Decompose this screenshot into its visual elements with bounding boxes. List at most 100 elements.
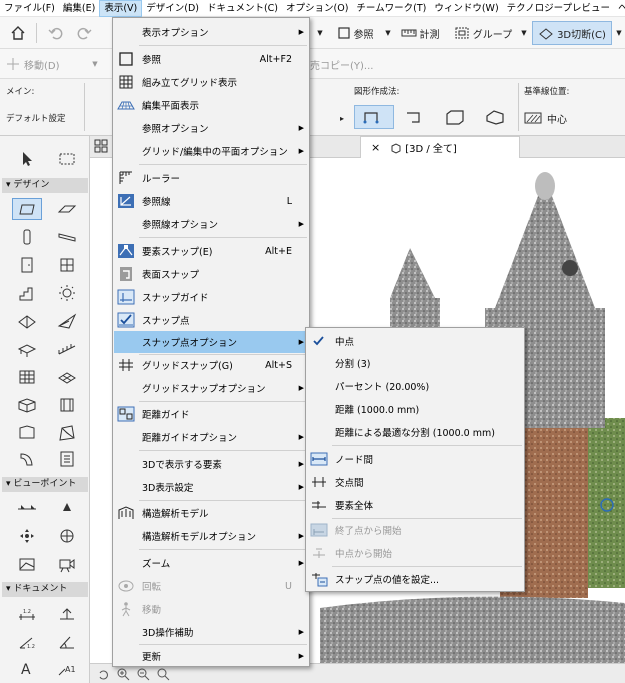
menu-design[interactable]: デザイン(D) — [142, 0, 203, 17]
menu-item-assembly-grid[interactable]: 組み立てグリッド表示 — [114, 71, 308, 93]
menu-item-snap-guide[interactable]: スナップガイド — [114, 286, 308, 308]
morph-tool[interactable] — [52, 422, 82, 444]
menu-options[interactable]: オプション(O) — [282, 0, 352, 17]
document-section-header[interactable]: ▾ ドキュメント — [2, 582, 88, 597]
roof-tool[interactable] — [12, 310, 42, 332]
menu-item-snap-point[interactable]: スナップ点 — [114, 309, 308, 331]
level-dimension-tool[interactable] — [52, 603, 82, 625]
3d-section-button[interactable]: 3D切断(C) — [532, 21, 612, 45]
marquee-tool[interactable] — [52, 148, 82, 170]
menu-window[interactable]: ウィンドウ(W) — [430, 0, 502, 17]
shape-straight-button[interactable] — [354, 105, 394, 129]
label-tool[interactable]: A1 — [52, 657, 82, 679]
arrow-tool[interactable] — [12, 148, 42, 170]
zoom-out-icon[interactable] — [136, 667, 150, 681]
menu-item-grid-plane-options[interactable]: グリッド/編集中の平面オプション ▶ — [114, 140, 308, 162]
shape-chain-button[interactable] — [400, 105, 430, 129]
submenu-item-divide[interactable]: 分割 (3) — [307, 352, 523, 374]
zoom-in-icon[interactable] — [116, 667, 130, 681]
submenu-item-set-snap-value[interactable]: スナップ点の値を設定... — [307, 568, 523, 590]
menu-item-pan[interactable]: 移動 — [114, 598, 308, 620]
menu-item-guide-line-options[interactable]: 参照線オプション ▶ — [114, 213, 308, 235]
zone-tool[interactable] — [12, 394, 42, 416]
menu-item-distance-guide[interactable]: 距離ガイド — [114, 403, 308, 425]
group-button[interactable]: グループ — [450, 21, 516, 45]
curtain-wall-tool[interactable] — [12, 366, 42, 388]
menu-item-edit-plane[interactable]: 編集平面表示 — [114, 94, 308, 116]
menu-item-surface-snap[interactable]: 表面スナップ — [114, 263, 308, 285]
submenu-item-between-nodes[interactable]: ノード間 — [307, 448, 523, 470]
dimension-tool[interactable]: 1.2 — [12, 603, 42, 625]
mesh-tool[interactable] — [52, 366, 82, 388]
door-tool[interactable] — [12, 254, 42, 276]
submenu-item-from-midpoint[interactable]: 中点から開始 — [307, 542, 523, 564]
beam-tool[interactable] — [52, 226, 82, 248]
menu-teamwork[interactable]: チームワーク(T) — [352, 0, 430, 17]
undo-button[interactable] — [44, 21, 68, 45]
menu-item-rotate[interactable]: 回転 U — [114, 575, 308, 597]
default-settings-label[interactable]: デフォルト設定 — [6, 112, 66, 124]
viewpoint-section-header[interactable]: ▾ ビューポイント — [2, 477, 88, 492]
menu-item-guide-line[interactable]: 参照線 L — [114, 190, 308, 212]
menu-tech-preview[interactable]: テクノロジープレビュー — [503, 0, 614, 17]
window-tool[interactable] — [52, 254, 82, 276]
slab-tool[interactable] — [52, 198, 82, 220]
redo-button[interactable] — [72, 21, 96, 45]
tab-close-icon[interactable]: × — [371, 141, 380, 154]
submenu-item-whole-element[interactable]: 要素全体 — [307, 494, 523, 516]
submenu-item-midpoint[interactable]: 中点 — [307, 330, 523, 352]
reference-dropdown[interactable]: ▼ — [382, 21, 394, 45]
menu-item-snap-point-options[interactable]: スナップ点オプション ▶ — [114, 331, 308, 353]
menu-item-ruler[interactable]: ルーラー — [114, 167, 308, 189]
menu-item-distance-guide-options[interactable]: 距離ガイドオプション ▶ — [114, 426, 308, 448]
submenu-item-percent[interactable]: パーセント (20.00%) — [307, 375, 523, 397]
railing-tool[interactable] — [12, 338, 42, 360]
menu-item-grid-snap[interactable]: グリッドスナップ(G) Alt+S — [114, 354, 308, 376]
ramp-tool[interactable] — [52, 338, 82, 360]
menu-item-display-options[interactable]: 表示オプション ▶ — [114, 21, 308, 43]
submenu-item-between-intersections[interactable]: 交点間 — [307, 471, 523, 493]
worksheet-tool[interactable] — [52, 525, 82, 547]
interior-elevation-tool[interactable] — [12, 525, 42, 547]
design-section-header[interactable]: ▾ デザイン — [2, 178, 88, 193]
submenu-item-from-endpoint[interactable]: 終了点から開始 — [307, 519, 523, 541]
skylight-tool[interactable] — [12, 422, 42, 444]
menu-item-3d-elements[interactable]: 3Dで表示する要素 ▶ — [114, 453, 308, 475]
menu-item-reference-options[interactable]: 参照オプション ▶ — [114, 117, 308, 139]
menu-item-3d-navigation-aid[interactable]: 3D操作補助 ▶ — [114, 621, 308, 643]
menu-item-reference[interactable]: 参照 Alt+F2 — [114, 48, 308, 70]
menu-item-refresh[interactable]: 更新 ▶ — [114, 645, 308, 667]
ref-line-select[interactable]: 中心 — [524, 106, 614, 130]
reference-button[interactable]: 参照 — [330, 21, 380, 45]
dropdown-arrow[interactable]: ▼ — [314, 21, 326, 45]
submenu-item-optimal-division[interactable]: 距離による最適な分割 (1000.0 mm) — [307, 421, 523, 443]
home-button[interactable] — [6, 21, 30, 45]
tab-3d-all[interactable]: × [3D / 全て] — [360, 136, 520, 158]
tab-grid-icon[interactable] — [94, 139, 108, 156]
menu-item-element-snap[interactable]: 要素スナップ(E) Alt+E — [114, 240, 308, 262]
shell-tool[interactable] — [52, 310, 82, 332]
section-dropdown[interactable]: ▼ — [613, 21, 625, 45]
curtain-panel-tool[interactable] — [12, 448, 42, 470]
menu-file[interactable]: ファイル(F) — [0, 0, 59, 17]
move-dropdown[interactable]: ▼ — [88, 52, 102, 76]
menu-edit[interactable]: 編集(E) — [59, 0, 99, 17]
object-tool[interactable] — [52, 394, 82, 416]
shape-rotated-button[interactable] — [480, 105, 510, 129]
group-dropdown[interactable]: ▼ — [518, 21, 530, 45]
menu-item-3d-display-settings[interactable]: 3D表示設定 ▶ — [114, 476, 308, 498]
menu-document[interactable]: ドキュメント(C) — [203, 0, 282, 17]
library-tool[interactable] — [52, 448, 82, 470]
stair-tool[interactable] — [12, 282, 42, 304]
text-tool[interactable]: A — [12, 657, 42, 679]
fit-view-icon[interactable] — [156, 667, 170, 681]
elevation-tool[interactable] — [52, 497, 82, 519]
infobox-arrow[interactable]: ▸ — [336, 106, 348, 130]
lamp-tool[interactable] — [52, 282, 82, 304]
menu-item-structural-model[interactable]: 構造解析モデル — [114, 502, 308, 524]
column-tool[interactable] — [12, 226, 42, 248]
copy-button[interactable]: 売コピー(Y)... — [310, 52, 373, 76]
angle-dimension-tool[interactable] — [52, 631, 82, 653]
menu-view[interactable]: 表示(V) — [99, 0, 143, 17]
measure-button[interactable]: 計測 — [396, 21, 444, 45]
